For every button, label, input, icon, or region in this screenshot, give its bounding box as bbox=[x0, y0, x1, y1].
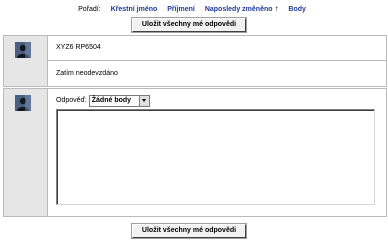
chevron-down-icon[interactable] bbox=[139, 96, 150, 106]
feedback-header: Odpověď: Žádné body bbox=[48, 95, 386, 107]
grade-select[interactable]: Žádné body bbox=[88, 95, 151, 107]
feedback-comment-textarea[interactable] bbox=[56, 109, 375, 205]
save-all-button-top[interactable]: Uložit všechny mé odpovědi bbox=[132, 18, 246, 32]
sort-lastmodified-link[interactable]: Naposledy změněno ↑ bbox=[204, 4, 279, 13]
submission-side-panel bbox=[4, 36, 48, 86]
feedback-label: Odpověď: bbox=[56, 97, 87, 104]
student-name: XYZ6 RP6504 bbox=[48, 36, 386, 61]
user-avatar-icon[interactable] bbox=[15, 42, 31, 58]
submission-status: Zatím neodevzdáno bbox=[56, 70, 118, 77]
sort-lastmodified-label: Naposledy změněno bbox=[204, 6, 273, 13]
grade-select-value: Žádné body bbox=[91, 97, 132, 104]
submission-card: XYZ6 RP6504 Zatím neodevzdáno bbox=[3, 35, 387, 87]
sort-up-arrow-icon: ↑ bbox=[274, 4, 279, 13]
sort-bar: Pořadí: Křestní jméno Příjmení Naposledy… bbox=[0, 4, 388, 13]
sort-points-link[interactable]: Body bbox=[288, 6, 306, 13]
save-all-button-bottom[interactable]: Uložit všechny mé odpovědi bbox=[132, 224, 246, 238]
teacher-avatar-icon bbox=[15, 95, 31, 111]
feedback-card: Odpověď: Žádné body bbox=[3, 88, 387, 217]
grading-page: Pořadí: Křestní jméno Příjmení Naposledy… bbox=[0, 0, 388, 241]
sort-label: Pořadí: bbox=[78, 6, 101, 13]
sort-lastname-link[interactable]: Příjmení bbox=[167, 6, 195, 13]
sort-firstname-link[interactable]: Křestní jméno bbox=[111, 6, 158, 13]
feedback-side-panel bbox=[4, 89, 48, 216]
